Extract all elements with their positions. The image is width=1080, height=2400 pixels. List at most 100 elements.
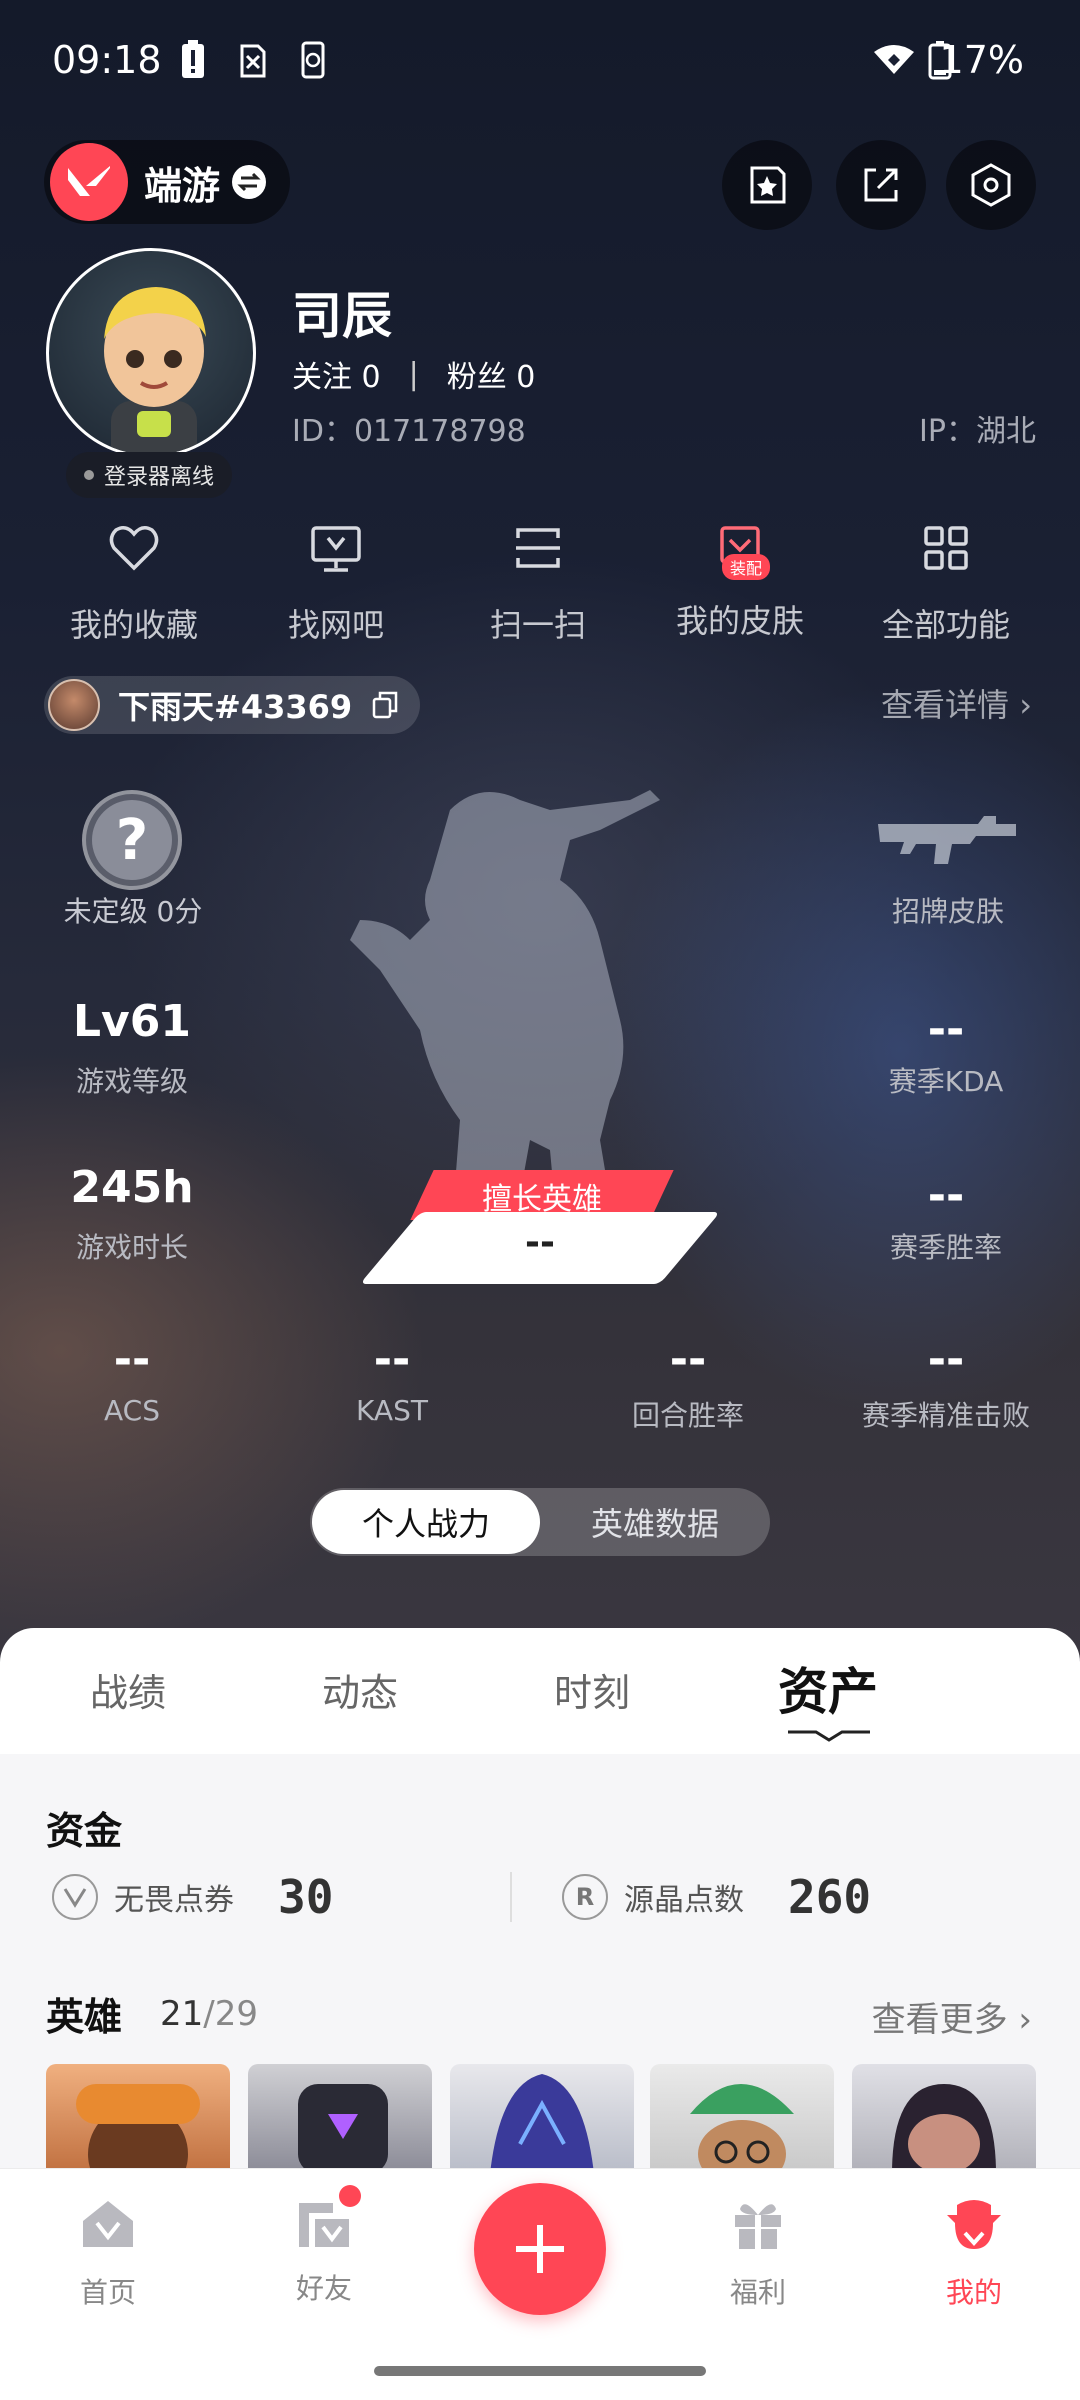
riot-id-pill[interactable]: 下雨天#43369 [44, 676, 421, 734]
gun-skin-icon[interactable] [874, 810, 1020, 866]
launcher-status-badge: 登录器离线 [66, 452, 233, 498]
scan-button[interactable]: 扫一扫 [438, 520, 638, 646]
follow-stats: 关注 0 | 粉丝 0 [292, 352, 535, 396]
agents-title: 英雄 [46, 1995, 123, 2039]
best-agent-value: -- [525, 1222, 555, 1263]
plus-icon [516, 2225, 564, 2273]
settings-hex-icon [971, 163, 1011, 207]
acs-value: -- [113, 1334, 151, 1385]
user-id: ID：017178798 [292, 414, 526, 449]
skin-icon-wrap: 装配 [712, 520, 771, 580]
kast-label: KAST [356, 1394, 428, 1427]
rank-label: 未定级 0分 [63, 895, 203, 928]
playtime-label: 游戏时长 [75, 1231, 188, 1264]
see-more-agents-link[interactable]: 查看更多 › [872, 1992, 1032, 2041]
my-skins-button[interactable]: 装配 我的皮肤 [640, 520, 840, 642]
tab-moments[interactable]: 时刻 [554, 1662, 630, 1717]
nav-welfare[interactable]: 福利 [688, 2193, 828, 2311]
create-fab-button[interactable] [474, 2183, 606, 2315]
unranked-icon: ? [92, 800, 172, 880]
grid-icon [924, 526, 968, 570]
radianite-points[interactable]: R 源晶点数 260 [562, 1862, 871, 1932]
player-card-avatar [48, 679, 100, 731]
tab-match-history[interactable]: 战绩 [90, 1662, 166, 1717]
kast-value: -- [373, 1334, 411, 1385]
gesture-bar[interactable] [374, 2366, 706, 2376]
playtime-value: 245h [70, 1162, 194, 1213]
notification-dot [339, 2185, 361, 2207]
valorant-points-value: 30 [278, 1870, 334, 1924]
round-winrate-label: 回合胜率 [631, 1399, 744, 1432]
fans-link[interactable]: 粉丝 0 [447, 352, 536, 396]
best-agent-card[interactable]: 擅长英雄 -- [359, 1170, 721, 1290]
currency-divider [510, 1872, 512, 1922]
nav-friends[interactable]: 好友 [254, 2185, 394, 2307]
signature-skin-label: 招牌皮肤 [891, 895, 1004, 928]
agents-owned: 21 [160, 1994, 204, 2034]
nav-home[interactable]: 首页 [38, 2193, 178, 2311]
following-link[interactable]: 关注 0 [292, 352, 381, 396]
user-ip-location: IP：湖北 [919, 414, 1036, 449]
heart-icon [109, 526, 159, 571]
gift-icon [735, 2204, 781, 2249]
status-time: 09:18 [52, 38, 162, 82]
following-count: 0 [361, 360, 381, 395]
share-button[interactable] [836, 140, 926, 230]
copy-icon[interactable] [370, 690, 400, 720]
level-label: 游戏等级 [75, 1065, 188, 1098]
monitor-icon [311, 526, 361, 572]
agent-card-reyna[interactable] [852, 2064, 1036, 2174]
acs-label: ACS [104, 1394, 160, 1427]
scan-label: 扫一扫 [489, 606, 586, 644]
rank-badge[interactable]: ? [82, 790, 182, 890]
toggle-personal-power[interactable]: 个人战力 [312, 1490, 540, 1554]
divider: | [408, 356, 419, 392]
netcafe-label: 找网吧 [287, 606, 384, 644]
scan-icon [516, 528, 560, 568]
wifi-icon [874, 45, 914, 74]
favorites-button[interactable]: 我的收藏 [34, 520, 234, 646]
quick-functions: 我的收藏 找网吧 扫一扫 装配 我的皮肤 全部功能 [0, 520, 1080, 644]
tab-posts[interactable]: 动态 [322, 1662, 398, 1717]
nav-mine-label: 我的 [945, 2276, 1002, 2309]
agent-card-kayo[interactable] [248, 2064, 432, 2174]
tab-active-indicator [788, 1730, 870, 1742]
toggle-agent-data[interactable]: 英雄数据 [540, 1488, 770, 1556]
settings-button[interactable] [946, 140, 1036, 230]
agent-card-killjoy[interactable] [650, 2064, 834, 2174]
winrate-label: 赛季胜率 [889, 1231, 1002, 1264]
agents-count: 21/29 [160, 1994, 258, 2034]
nav-home-label: 首页 [79, 2276, 136, 2309]
nav-welfare-label: 福利 [729, 2276, 786, 2309]
find-netcafe-button[interactable]: 找网吧 [236, 520, 436, 646]
nav-mine[interactable]: 我的 [904, 2193, 1044, 2311]
kda-label: 赛季KDA [888, 1065, 1004, 1098]
launcher-status-text: 登录器离线 [104, 465, 215, 490]
riot-id-text: 下雨天#43369 [118, 688, 353, 726]
tab-assets[interactable]: 资产 [778, 1652, 878, 1724]
stats-mode-toggle: 个人战力 英雄数据 [310, 1488, 770, 1556]
username: 司辰 [292, 287, 392, 345]
swap-icon [232, 165, 267, 199]
all-functions-button[interactable]: 全部功能 [846, 520, 1046, 646]
valorant-points[interactable]: 无畏点券 30 [52, 1862, 333, 1932]
home-icon [83, 2201, 133, 2247]
battery-percent: 17% [939, 38, 1024, 82]
friends-icon-wrap [293, 2185, 361, 2255]
game-switcher[interactable]: 端游 [44, 140, 291, 224]
battery-alert-icon [182, 40, 204, 78]
avatar[interactable] [46, 248, 256, 458]
profile-agent-icon [947, 2200, 1001, 2249]
kda-value: -- [927, 1004, 965, 1055]
edit-star-icon [750, 166, 786, 204]
agent-card-raze[interactable] [46, 2064, 230, 2174]
skin-equip-tag: 装配 [722, 554, 771, 580]
round-winrate-value: -- [669, 1334, 707, 1385]
status-bar: 09:18 17% [0, 0, 1080, 110]
valorant-logo-icon [50, 143, 128, 221]
level-value: Lv61 [73, 996, 191, 1047]
view-details-link[interactable]: 查看详情 › [881, 680, 1032, 726]
create-post-button[interactable] [722, 140, 812, 230]
valorant-points-icon [52, 1874, 98, 1920]
agent-card-omen[interactable] [450, 2064, 634, 2174]
